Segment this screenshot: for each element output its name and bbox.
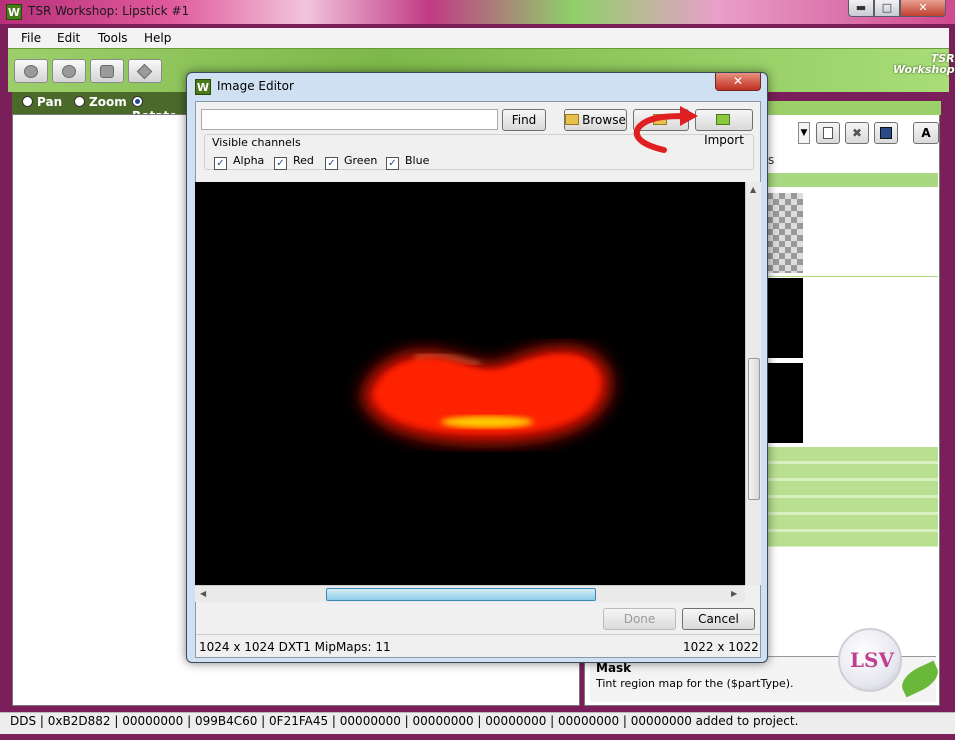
dialog-body: Find Browse Import Visible channels ✓ Alp…: [195, 101, 761, 658]
channel-red[interactable]: ✓ Red: [274, 154, 314, 170]
pan-radio[interactable]: [22, 96, 33, 107]
import-icon: [715, 114, 730, 125]
close-button[interactable]: ✕: [900, 0, 946, 17]
done-button[interactable]: Done: [603, 608, 676, 630]
dialog-close-button[interactable]: ✕: [715, 73, 761, 91]
scroll-right-icon[interactable]: ▶: [731, 589, 737, 598]
menu-file[interactable]: File: [21, 31, 41, 45]
save-button[interactable]: [874, 122, 898, 144]
mode-zoom-label: Zoom: [89, 95, 127, 109]
dropdown-arrow-icon[interactable]: ▼: [798, 122, 810, 144]
sphere-icon: [24, 65, 38, 78]
image-canvas[interactable]: [195, 182, 745, 585]
text-button[interactable]: A: [913, 122, 939, 144]
hexagon-icon: [100, 65, 114, 78]
horizontal-scrollbar[interactable]: ◀ ▶: [195, 585, 745, 602]
delete-button[interactable]: ✖: [845, 122, 869, 144]
channel-alpha[interactable]: ✓ Alpha: [214, 154, 264, 170]
dialog-status-bar: 1024 x 1024 DXT1 MipMaps: 11 1022 x 1022: [196, 634, 760, 658]
row-divider: [766, 276, 938, 277]
property-rows: [766, 447, 938, 547]
channels-title: Visible channels: [210, 136, 303, 149]
image-editor-dialog: W Image Editor ✕ Find Browse Import Visi…: [186, 72, 768, 663]
save-icon: [880, 127, 892, 139]
green-label: Green: [344, 154, 378, 167]
diamond-icon: [136, 63, 153, 80]
diamond-button[interactable]: [128, 59, 162, 83]
app-icon: W: [6, 4, 22, 20]
zoom-radio[interactable]: [74, 96, 85, 107]
rotate-radio[interactable]: [132, 96, 143, 107]
vertical-scroll-thumb[interactable]: [748, 358, 760, 500]
lipstick-texture-preview: [363, 348, 610, 442]
maximize-button[interactable]: □: [874, 0, 900, 17]
image-dimensions: 1022 x 1022: [683, 640, 759, 654]
view-mode-bar: Pan Zoom Rotate: [12, 92, 192, 123]
minimize-button[interactable]: ▬: [848, 0, 874, 17]
alpha-checkbox[interactable]: ✓: [214, 157, 227, 170]
mode-pan[interactable]: Pan: [22, 95, 62, 109]
mode-pan-label: Pan: [37, 95, 63, 109]
dialog-title: Image Editor: [217, 79, 294, 93]
alpha-label: Alpha: [233, 154, 265, 167]
red-arrow-annotation: [633, 106, 698, 153]
red-checkbox[interactable]: ✓: [274, 157, 287, 170]
hexagon-button[interactable]: [90, 59, 124, 83]
scroll-up-icon[interactable]: ▲: [750, 185, 756, 194]
tsr-workshop-logo: TSR Workshop: [893, 53, 955, 75]
green-checkbox[interactable]: ✓: [325, 157, 338, 170]
menu-bar: File Edit Tools Help: [8, 28, 949, 48]
blue-label: Blue: [405, 154, 430, 167]
browse-button[interactable]: Browse: [564, 109, 627, 131]
cancel-button[interactable]: Cancel: [682, 608, 755, 630]
tab-fragment: s: [768, 153, 775, 167]
delete-x-icon: ✖: [851, 126, 863, 140]
dialog-icon: W: [195, 79, 211, 95]
texture-header-row: [766, 173, 938, 187]
blue-checkbox[interactable]: ✓: [386, 157, 399, 170]
lsv-watermark: LSV: [838, 628, 902, 692]
menu-edit[interactable]: Edit: [57, 31, 80, 45]
horizontal-scroll-thumb[interactable]: [326, 588, 596, 601]
circle-icon: [62, 65, 76, 78]
status-text: DDS | 0xB2D882 | 00000000 | 099B4C60 | 0…: [10, 714, 799, 728]
browse-label: Browse: [582, 113, 626, 127]
search-input[interactable]: [201, 109, 498, 130]
channel-blue[interactable]: ✓ Blue: [386, 154, 429, 170]
menu-help[interactable]: Help: [144, 31, 171, 45]
channel-green[interactable]: ✓ Green: [325, 154, 377, 170]
vertical-scrollbar[interactable]: ▲: [745, 182, 761, 585]
copy-icon: [823, 127, 833, 139]
red-label: Red: [293, 154, 314, 167]
watermark-text: LSV: [849, 648, 895, 672]
sphere-button[interactable]: [14, 59, 48, 83]
mode-zoom[interactable]: Zoom: [74, 95, 127, 109]
copy-button[interactable]: [816, 122, 840, 144]
menu-tools[interactable]: Tools: [98, 31, 128, 45]
window-title: TSR Workshop: Lipstick #1: [28, 4, 190, 18]
find-button[interactable]: Find: [502, 109, 546, 131]
brand-line-2: Workshop: [893, 63, 955, 76]
circle-button[interactable]: [52, 59, 86, 83]
scroll-left-icon[interactable]: ◀: [200, 589, 206, 598]
folder-icon: [565, 114, 580, 125]
image-info: 1024 x 1024 DXT1 MipMaps: 11: [199, 640, 391, 654]
